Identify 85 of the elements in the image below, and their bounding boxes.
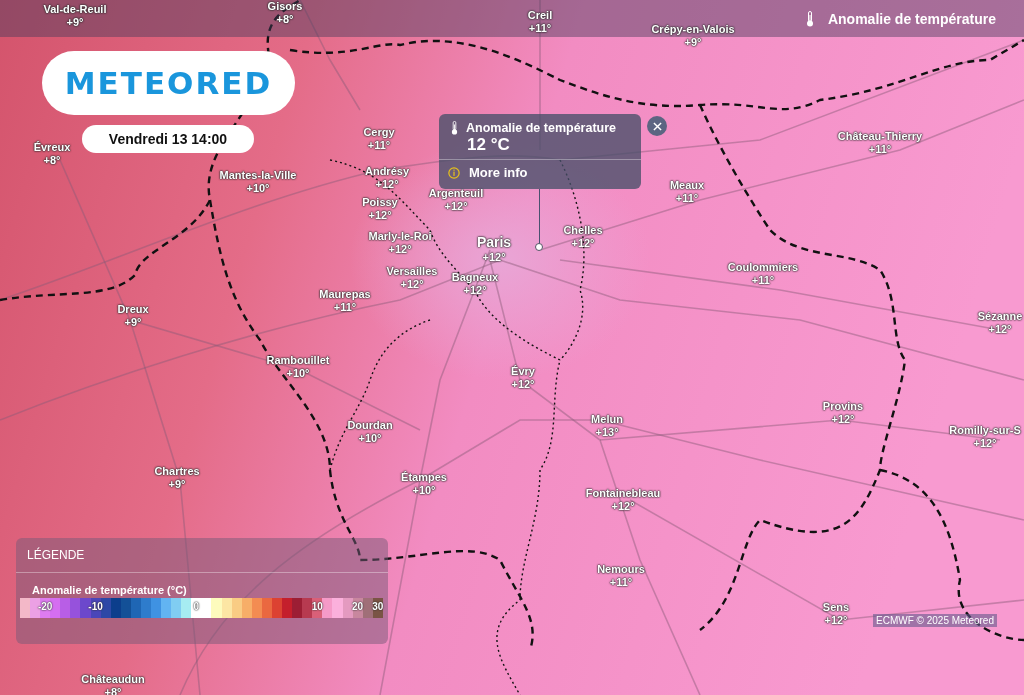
temperature-label: +11° bbox=[751, 274, 775, 287]
scale-label: -20 bbox=[37, 601, 53, 612]
city-name: Poissy bbox=[362, 196, 398, 209]
legend-title: LÉGENDE bbox=[16, 538, 388, 573]
city-name: Argenteuil bbox=[428, 187, 484, 200]
city-name: Val-de-Reuil bbox=[43, 3, 107, 16]
temperature-label: +12° bbox=[375, 178, 399, 191]
temperature-label: +13° bbox=[595, 426, 619, 439]
scale-title: Anomalie de température (°C) bbox=[31, 583, 188, 598]
city-name: Rambouillet bbox=[266, 354, 330, 367]
temperature-label: +11° bbox=[367, 139, 391, 152]
city-name: Nemours bbox=[597, 563, 645, 576]
temperature-label: +12° bbox=[482, 251, 506, 264]
city-name: Gisors bbox=[267, 0, 303, 13]
city-name: Dreux bbox=[117, 303, 149, 316]
city-name: Versailles bbox=[386, 265, 438, 278]
scale-label: 20 bbox=[352, 601, 364, 612]
temperature-label: +12° bbox=[388, 243, 412, 256]
city-name: Coulommiers bbox=[727, 261, 799, 274]
city-name: Meaux bbox=[669, 179, 705, 192]
city-name: Dourdan bbox=[347, 419, 393, 432]
city-name: Mantes-la-Ville bbox=[219, 169, 297, 182]
temperature-label: +8° bbox=[276, 13, 294, 26]
city-name: Évreux bbox=[33, 141, 71, 154]
scale-label: -10 bbox=[88, 601, 103, 612]
scale-label: 0 bbox=[193, 601, 200, 612]
city-name: Marly-le-Roi bbox=[368, 230, 432, 243]
logo-text: METEORED bbox=[64, 65, 273, 101]
temperature-label: +12° bbox=[571, 237, 595, 250]
temperature-label: +9° bbox=[684, 36, 702, 49]
scale-label: 30 bbox=[372, 601, 384, 612]
city-name: Bagneux bbox=[451, 271, 499, 284]
temperature-label: +12° bbox=[463, 284, 487, 297]
temperature-label: +11° bbox=[609, 576, 633, 589]
location-dot bbox=[535, 243, 543, 251]
city-name: Creil bbox=[527, 9, 553, 22]
temperature-label: +10° bbox=[286, 367, 310, 380]
city-name: Provins bbox=[822, 400, 864, 413]
thermometer-icon bbox=[805, 10, 814, 27]
info-icon bbox=[448, 166, 460, 179]
temperature-label: +12° bbox=[973, 437, 997, 450]
popup-title: Anomalie de température bbox=[466, 121, 617, 135]
temperature-label: +12° bbox=[824, 614, 848, 627]
temperature-label: +10° bbox=[358, 432, 382, 445]
temperature-label: +9° bbox=[124, 316, 142, 329]
temperature-label: +12° bbox=[444, 200, 468, 213]
temperature-label: +11° bbox=[868, 143, 892, 156]
date-label: Vendredi 13 14:00 bbox=[82, 125, 254, 153]
layer-title: Anomalie de température bbox=[827, 10, 996, 27]
scale-label: 10 bbox=[311, 601, 323, 612]
city-name: Chartres bbox=[154, 465, 200, 478]
city-name: Melun bbox=[591, 413, 623, 426]
city-name: Sézanne bbox=[977, 310, 1023, 323]
city-name: Andrésy bbox=[365, 165, 409, 178]
city-name: Étampes bbox=[401, 471, 447, 484]
temperature-label: +10° bbox=[412, 484, 436, 497]
city-name: Romilly-sur-S bbox=[949, 424, 1021, 437]
temperature-label: +12° bbox=[368, 209, 392, 222]
city-name: Crépy-en-Valois bbox=[651, 23, 735, 36]
temperature-label: +12° bbox=[988, 323, 1012, 336]
city-name: Chelles bbox=[563, 224, 603, 237]
temperature-label: +11° bbox=[528, 22, 552, 35]
thermometer-icon bbox=[451, 121, 458, 135]
attribution-text: ECMWF © 2025 Meteored bbox=[873, 614, 997, 627]
temperature-label: +12° bbox=[511, 378, 535, 391]
temperature-label: +8° bbox=[43, 154, 61, 167]
temperature-label: +12° bbox=[611, 500, 635, 513]
more-info-link[interactable]: More info bbox=[469, 165, 528, 180]
city-name: Cergy bbox=[363, 126, 395, 139]
temperature-label: +12° bbox=[400, 278, 424, 291]
city-name: Évry bbox=[511, 365, 535, 378]
temperature-label: +11° bbox=[333, 301, 357, 314]
city-name: Châteaudun bbox=[81, 673, 145, 686]
city-name: Paris bbox=[476, 234, 512, 251]
temperature-label: +11° bbox=[675, 192, 699, 205]
temperature-label: +9° bbox=[66, 16, 84, 29]
temperature-label: +12° bbox=[831, 413, 855, 426]
city-name: Maurepas bbox=[319, 288, 371, 301]
temperature-label: +10° bbox=[246, 182, 270, 195]
city-name: Sens bbox=[822, 601, 850, 614]
temperature-label: +9° bbox=[168, 478, 186, 491]
temperature-value: 12 °C bbox=[466, 135, 511, 155]
close-icon bbox=[652, 121, 662, 131]
city-name: Fontainebleau bbox=[585, 487, 661, 500]
city-name: Château-Thierry bbox=[837, 130, 923, 143]
